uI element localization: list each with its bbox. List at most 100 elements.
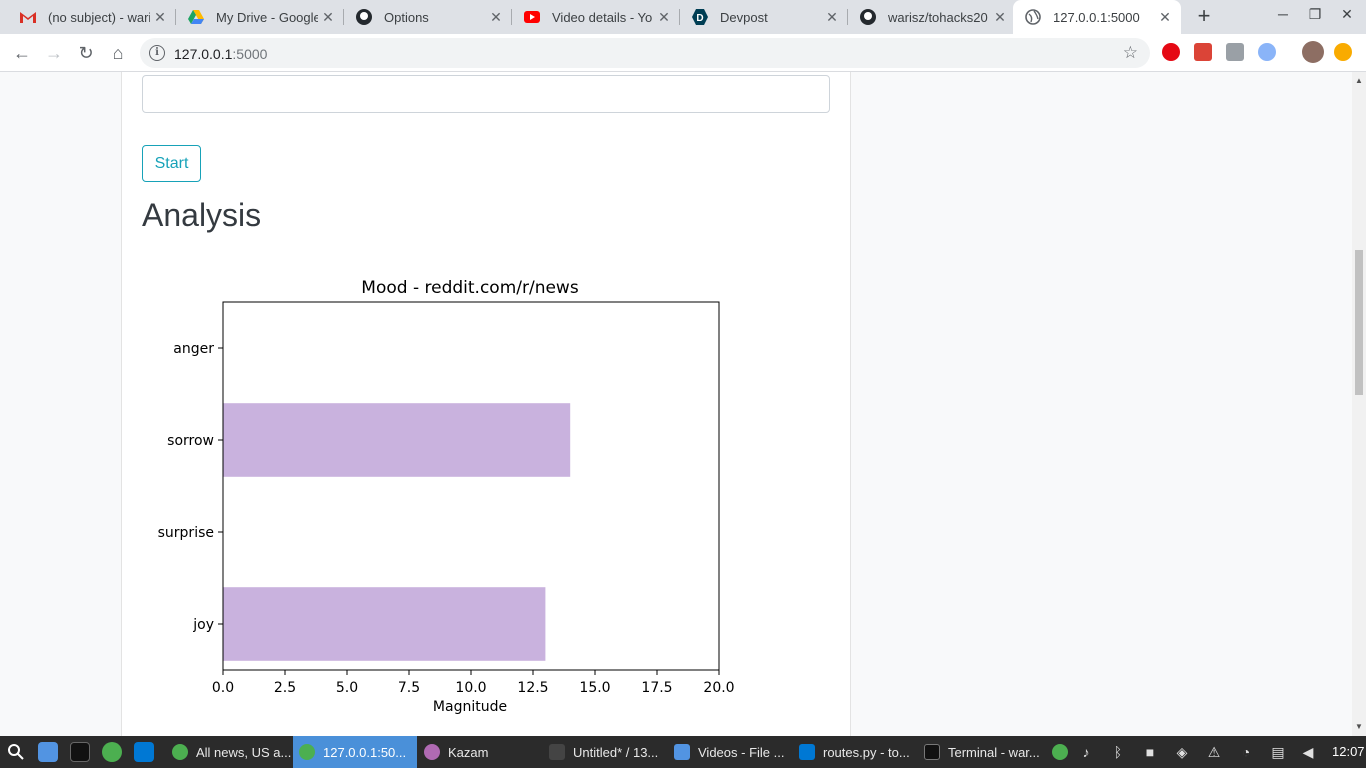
url-host: 127.0.0.1 [174, 46, 233, 62]
close-icon[interactable]: ✕ [654, 7, 674, 27]
taskbar-item-label: 127.0.0.1:50... [323, 744, 407, 760]
taskbar-item[interactable]: routes.py - to... [793, 736, 913, 768]
mood-chart: Mood - reddit.com/r/news Magnitude anger… [158, 278, 735, 715]
files-icon[interactable] [38, 742, 58, 762]
tab-title: Video details - Yo [552, 9, 653, 25]
chrome-icon [172, 744, 188, 760]
taskbar-item-label: Terminal - war... [948, 744, 1040, 760]
tab-github-repo[interactable]: warisz/tohacks20 ✕ [848, 0, 1016, 34]
minimize-icon[interactable]: ─ [1273, 6, 1293, 22]
scrollbar-thumb[interactable] [1355, 250, 1363, 395]
address-bar[interactable]: i 127.0.0.1:5000 ☆ [140, 38, 1150, 68]
x-tick-label: 10.0 [455, 680, 486, 696]
taskbar-item-label: routes.py - to... [823, 744, 910, 760]
terminal-icon [924, 744, 940, 760]
y-tick-label-surprise: surprise [158, 525, 214, 541]
x-tick-label: 0.0 [212, 680, 234, 696]
camera-icon[interactable]: ■ [1142, 744, 1158, 760]
youtube-icon [524, 9, 540, 25]
taskbar-item[interactable]: 127.0.0.1:50... [293, 736, 417, 768]
wifi-icon[interactable]: ◔ [1238, 744, 1254, 760]
clipboard-icon[interactable]: ▤ [1270, 744, 1286, 760]
avatar[interactable] [1302, 41, 1324, 63]
page-viewport: Start Analysis Mood - reddit.com/r/news … [0, 72, 1352, 736]
bluetooth-icon[interactable]: ᛒ [1110, 744, 1126, 760]
terminal-icon[interactable] [70, 742, 90, 762]
new-tab-button[interactable]: + [1192, 5, 1216, 29]
bar-joy [223, 587, 546, 661]
forward-icon[interactable]: → [42, 41, 66, 65]
back-icon[interactable]: ← [10, 41, 34, 65]
vscode-icon[interactable] [134, 742, 154, 762]
bar-sorrow [223, 403, 571, 477]
chrome-icon[interactable] [1052, 744, 1068, 760]
x-tick-label: 17.5 [641, 680, 672, 696]
home-icon[interactable]: ⌂ [106, 41, 130, 65]
globe-icon [1025, 9, 1041, 25]
tab-youtube[interactable]: Video details - Yo ✕ [512, 0, 680, 34]
url-port: :5000 [232, 46, 268, 62]
x-tick-label: 5.0 [336, 680, 358, 696]
info-icon[interactable]: i [149, 45, 165, 61]
x-tick-label: 12.5 [517, 680, 548, 696]
reload-icon[interactable]: ↻ [74, 41, 98, 65]
chrome-icon[interactable] [102, 742, 122, 762]
tab-title: Options [384, 9, 429, 25]
search-icon[interactable] [6, 742, 26, 762]
taskbar: All news, US a... 127.0.0.1:50... Kazam … [0, 736, 1366, 768]
inkscape-icon [549, 744, 565, 760]
extension-icon[interactable] [1226, 43, 1244, 61]
adblock-extension-icon[interactable] [1162, 43, 1180, 61]
taskbar-item[interactable]: Videos - File ... [668, 736, 788, 768]
restore-icon[interactable]: ❐ [1305, 6, 1325, 23]
chart-title: Mood - reddit.com/r/news [361, 278, 579, 298]
taskbar-item[interactable]: Untitled* / 13... [543, 736, 667, 768]
close-icon[interactable]: ✕ [150, 7, 170, 27]
scroll-up-icon[interactable]: ▲ [1355, 76, 1363, 85]
x-tick-label: 15.0 [579, 680, 610, 696]
scroll-down-icon[interactable]: ▼ [1355, 722, 1363, 731]
close-icon[interactable]: ✕ [990, 7, 1010, 27]
x-tick-label: 7.5 [398, 680, 420, 696]
tab-title: (no subject) - wari [48, 9, 150, 25]
vscode-icon [799, 744, 815, 760]
tab-google-drive[interactable]: My Drive - Google ✕ [176, 0, 344, 34]
tab-gmail[interactable]: (no subject) - wari ✕ [8, 0, 176, 34]
taskbar-item[interactable]: Terminal - war... [918, 736, 1044, 768]
taskbar-item[interactable]: Kazam [418, 736, 542, 768]
bookmark-star-icon[interactable]: ☆ [1123, 43, 1138, 63]
x-tick-label: 2.5 [274, 680, 296, 696]
shield-icon[interactable]: ◈ [1174, 744, 1190, 760]
close-icon[interactable]: ✕ [486, 7, 506, 27]
kazam-icon [424, 744, 440, 760]
x-axis-label: Magnitude [433, 699, 507, 715]
url-text[interactable]: 127.0.0.1:5000 [174, 46, 267, 62]
close-icon[interactable]: ✕ [318, 7, 338, 27]
taskbar-item[interactable]: All news, US a... [166, 736, 292, 768]
tab-options[interactable]: Options ✕ [344, 0, 512, 34]
warning-icon[interactable]: ⚠ [1206, 744, 1222, 760]
close-icon[interactable]: ✕ [822, 7, 842, 27]
close-icon[interactable]: ✕ [1155, 7, 1175, 27]
google-drive-icon [188, 9, 204, 25]
taskbar-item-label: All news, US a... [196, 744, 292, 760]
notification-bell-icon[interactable]: ♪ [1078, 744, 1094, 760]
todoist-extension-icon[interactable] [1194, 43, 1212, 61]
taskbar-item-label: Videos - File ... [698, 744, 785, 760]
tab-devpost[interactable]: D Devpost ✕ [680, 0, 848, 34]
subreddit-input[interactable] [142, 75, 830, 113]
devpost-icon: D [692, 9, 708, 25]
clock: 12:07 [1332, 744, 1365, 759]
start-button[interactable]: Start [142, 145, 201, 182]
main-card: Start Analysis Mood - reddit.com/r/news … [121, 72, 851, 736]
tab-title: 127.0.0.1:5000 [1053, 9, 1140, 25]
window-close-icon[interactable]: ✕ [1337, 6, 1357, 23]
y-tick-label-sorrow: sorrow [167, 433, 214, 449]
vertical-scrollbar[interactable]: ▲ ▼ [1352, 72, 1366, 736]
update-alert-icon[interactable] [1334, 43, 1352, 61]
browser-toolbar: ← → ↻ ⌂ i 127.0.0.1:5000 ☆ [0, 34, 1366, 72]
tab-title: Devpost [720, 9, 768, 25]
extension-icon[interactable] [1258, 43, 1276, 61]
volume-icon[interactable]: ◀ [1300, 744, 1316, 760]
tab-localhost[interactable]: 127.0.0.1:5000 ✕ [1013, 0, 1181, 34]
